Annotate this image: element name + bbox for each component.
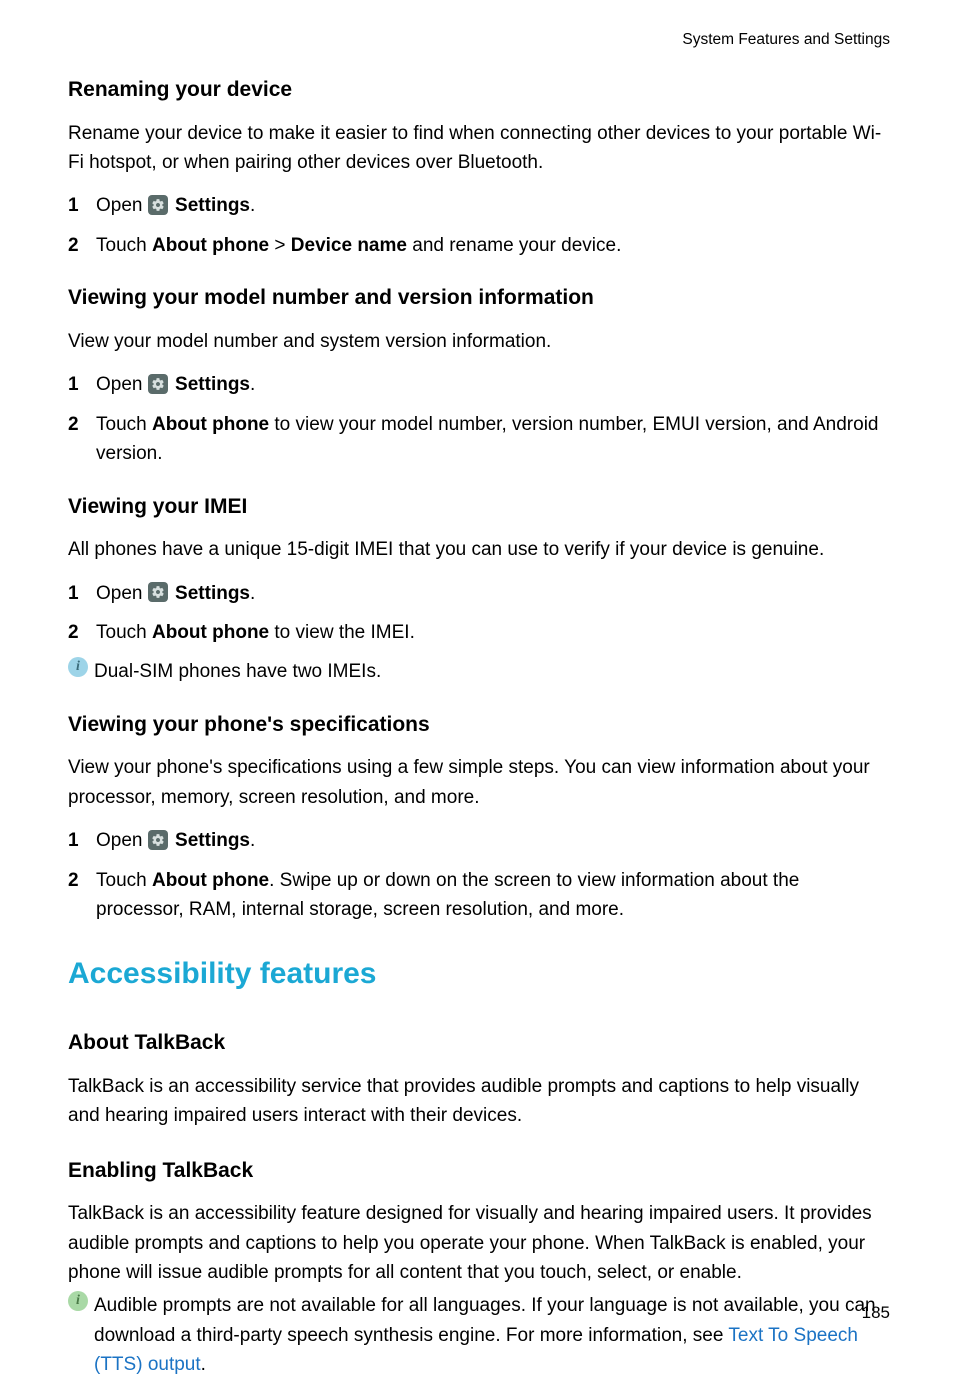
text-touch: Touch <box>96 235 152 256</box>
model-steps: 1 Open Settings. 2 Touch About phone to … <box>68 370 890 468</box>
step-number: 2 <box>68 231 96 260</box>
step-row: 2 Touch About phone. Swipe up or down on… <box>68 866 890 925</box>
heading-about-talkback: About TalkBack <box>68 1027 890 1060</box>
section-label: System Features and Settings <box>682 31 890 48</box>
step-row: 1 Open Settings. <box>68 826 890 855</box>
device-name-label: Device name <box>291 235 407 256</box>
step-row: 1 Open Settings. <box>68 370 890 399</box>
period: . <box>250 583 255 604</box>
step2-rest: to view the IMEI. <box>269 622 415 643</box>
gt-sep: > <box>269 235 291 256</box>
step-number: 1 <box>68 826 96 855</box>
settings-label: Settings <box>175 583 250 604</box>
text-touch: Touch <box>96 622 152 643</box>
doc-header: System Features and Settings <box>68 28 890 52</box>
page-number: 185 <box>862 1300 890 1326</box>
model-intro: View your model number and system versio… <box>68 327 890 356</box>
settings-label: Settings <box>175 374 250 395</box>
about-talkback-body: TalkBack is an accessibility service tha… <box>68 1072 890 1131</box>
step-number: 2 <box>68 866 96 895</box>
text-touch: Touch <box>96 870 152 891</box>
step-body: Touch About phone to view the IMEI. <box>96 618 890 647</box>
settings-icon <box>148 582 168 602</box>
about-phone-label: About phone <box>152 622 269 643</box>
note-part2: . <box>201 1354 206 1375</box>
step-row: 2 Touch About phone > Device name and re… <box>68 231 890 260</box>
imei-steps: 1 Open Settings. 2 Touch About phone to … <box>68 579 890 648</box>
heading-model: Viewing your model number and version in… <box>68 282 890 315</box>
heading-specs: Viewing your phone's specifications <box>68 709 890 742</box>
specs-steps: 1 Open Settings. 2 Touch About phone. Sw… <box>68 826 890 924</box>
step-body: Open Settings. <box>96 826 890 855</box>
text-open: Open <box>96 830 148 851</box>
step2-rest: and rename your device. <box>407 235 621 256</box>
heading-imei: Viewing your IMEI <box>68 491 890 524</box>
step-body: Open Settings. <box>96 579 890 608</box>
info-icon: i <box>68 657 88 677</box>
info-icon: i <box>68 1291 88 1311</box>
period: . <box>250 830 255 851</box>
about-phone-label: About phone <box>152 235 269 256</box>
enable-talkback-body: TalkBack is an accessibility feature des… <box>68 1199 890 1287</box>
imei-note: i Dual-SIM phones have two IMEIs. <box>68 657 890 686</box>
settings-icon <box>148 830 168 850</box>
heading-enable-talkback: Enabling TalkBack <box>68 1155 890 1188</box>
step-row: 1 Open Settings. <box>68 579 890 608</box>
text-open: Open <box>96 374 148 395</box>
step-number: 1 <box>68 370 96 399</box>
step-body: Touch About phone. Swipe up or down on t… <box>96 866 890 925</box>
text-open: Open <box>96 195 148 216</box>
step-row: 2 Touch About phone to view the IMEI. <box>68 618 890 647</box>
step-number: 1 <box>68 579 96 608</box>
heading-accessibility: Accessibility features <box>68 951 890 998</box>
note-body: Dual-SIM phones have two IMEIs. <box>94 657 890 686</box>
period: . <box>250 195 255 216</box>
step-body: Touch About phone > Device name and rena… <box>96 231 890 260</box>
settings-label: Settings <box>175 830 250 851</box>
talkback-note: i Audible prompts are not available for … <box>68 1291 890 1379</box>
step-row: 2 Touch About phone to view your model n… <box>68 410 890 469</box>
renaming-intro: Rename your device to make it easier to … <box>68 119 890 178</box>
imei-intro: All phones have a unique 15-digit IMEI t… <box>68 535 890 564</box>
step-body: Open Settings. <box>96 370 890 399</box>
step-number: 2 <box>68 618 96 647</box>
about-phone-label: About phone <box>152 870 269 891</box>
text-open: Open <box>96 583 148 604</box>
renaming-steps: 1 Open Settings. 2 Touch About phone > D… <box>68 191 890 260</box>
step-body: Touch About phone to view your model num… <box>96 410 890 469</box>
note-body: Audible prompts are not available for al… <box>94 1291 890 1379</box>
settings-label: Settings <box>175 195 250 216</box>
heading-renaming: Renaming your device <box>68 74 890 107</box>
step-number: 2 <box>68 410 96 439</box>
settings-icon <box>148 195 168 215</box>
about-phone-label: About phone <box>152 414 269 435</box>
step-number: 1 <box>68 191 96 220</box>
specs-intro: View your phone's specifications using a… <box>68 753 890 812</box>
settings-icon <box>148 374 168 394</box>
step-row: 1 Open Settings. <box>68 191 890 220</box>
period: . <box>250 374 255 395</box>
step-body: Open Settings. <box>96 191 890 220</box>
text-touch: Touch <box>96 414 152 435</box>
